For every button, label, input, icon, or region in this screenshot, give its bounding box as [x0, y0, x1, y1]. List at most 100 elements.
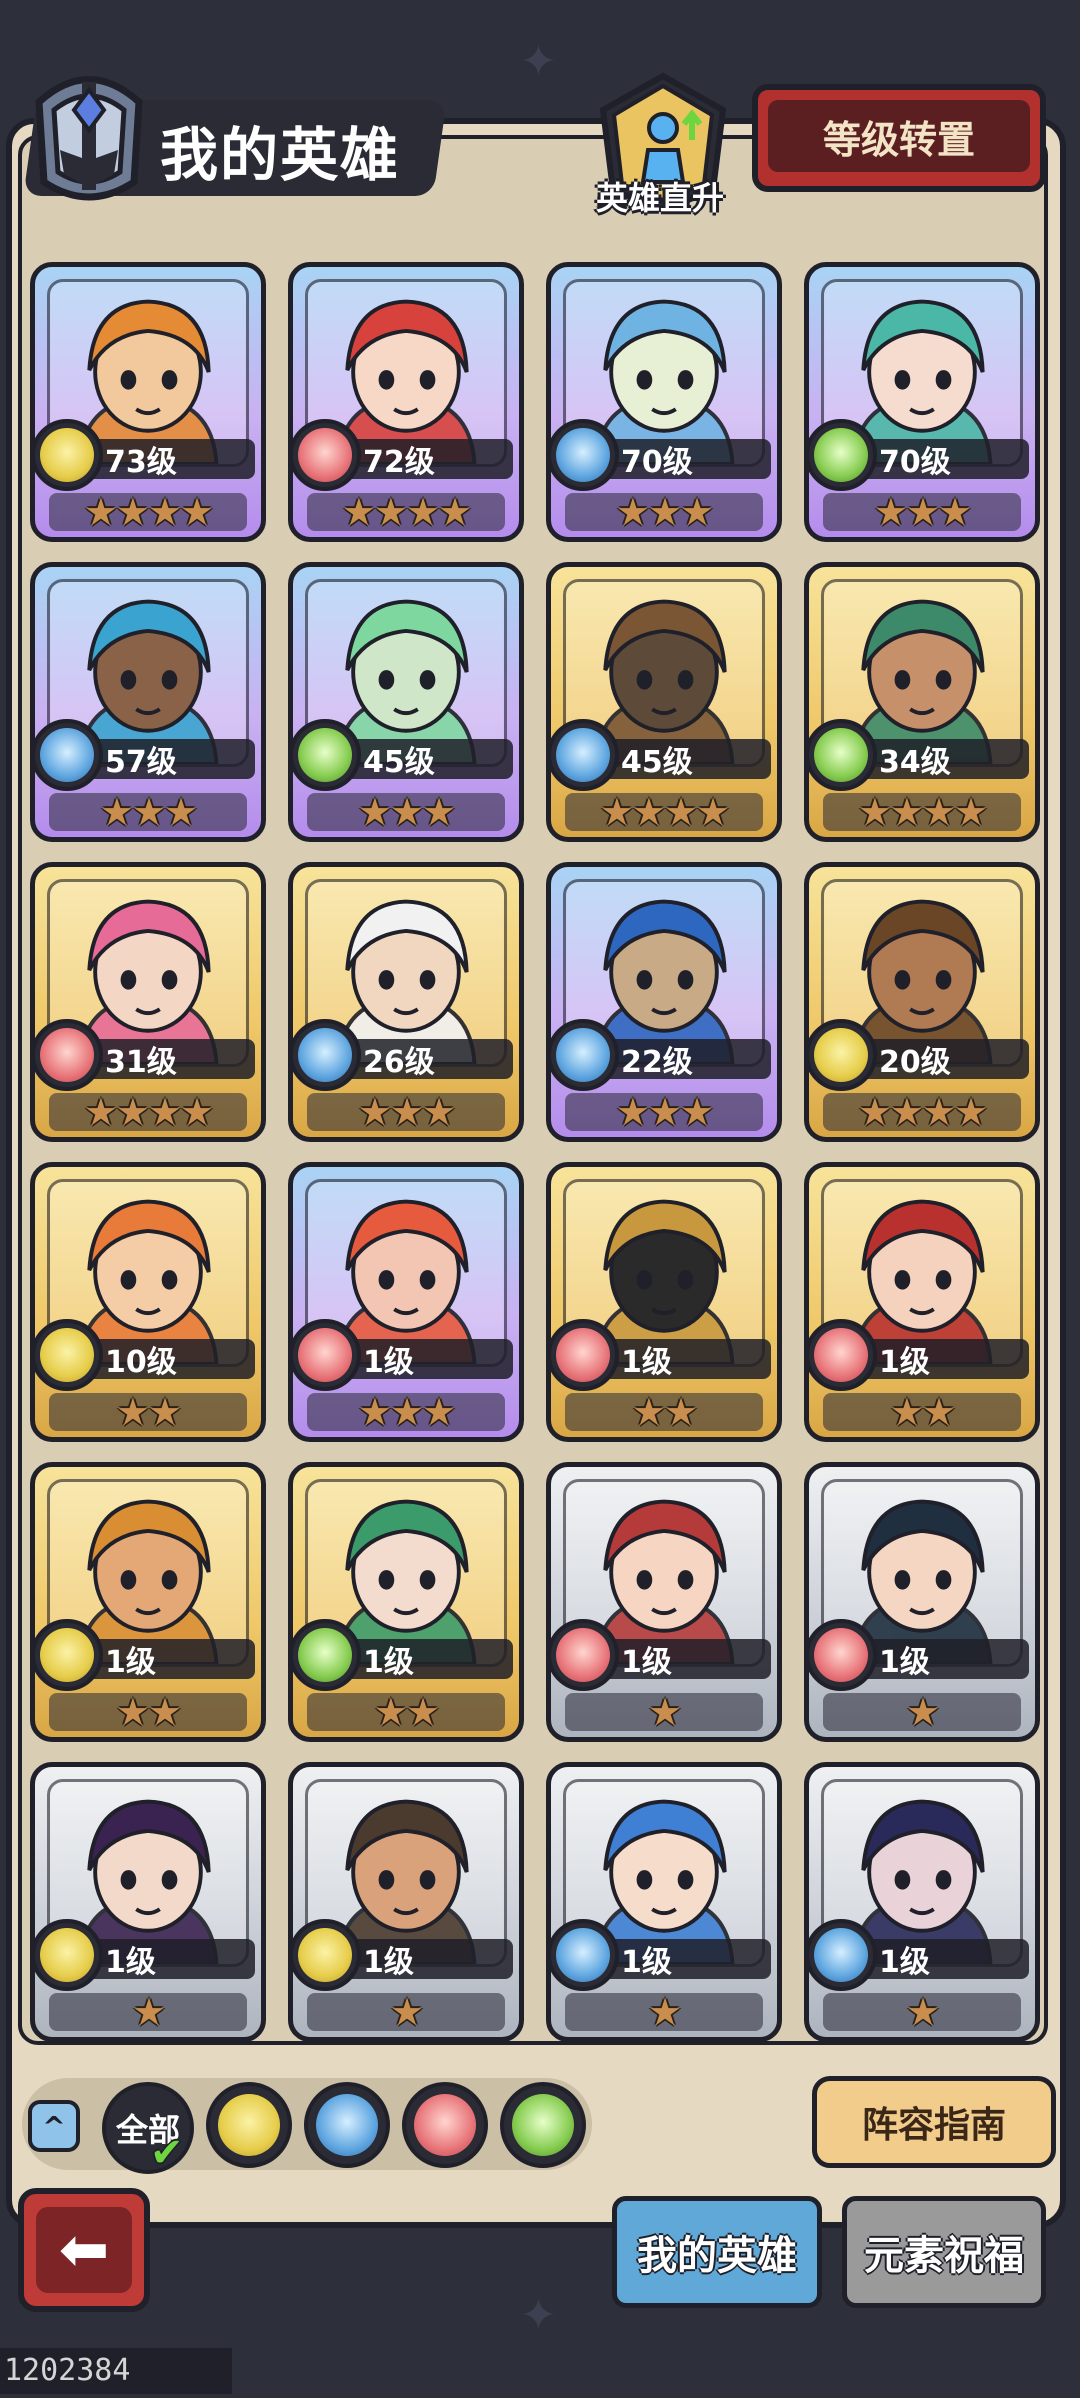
tab-element-blessing[interactable]: 元素祝福 — [842, 2196, 1046, 2308]
hero-card[interactable]: 1级 ★★★ — [288, 1162, 524, 1442]
hero-card[interactable]: 1级 ★★ — [546, 1162, 782, 1442]
back-button[interactable]: ⬅ — [18, 2188, 150, 2312]
star-rating: ★★★★ — [83, 1090, 214, 1134]
hero-card[interactable]: 72级 ★★★★ — [288, 262, 524, 542]
fire-element-icon — [293, 419, 361, 491]
star-rating: ★★ — [631, 1390, 698, 1434]
hero-card[interactable]: 70级 ★★★ — [804, 262, 1040, 542]
expand-filter-button[interactable]: ^ — [28, 2100, 80, 2152]
star-rating: ★★ — [115, 1690, 182, 1734]
star-rating: ★ — [905, 1690, 940, 1734]
hero-card[interactable]: 1级 ★ — [546, 1762, 782, 2042]
hero-card[interactable]: 1级 ★★ — [288, 1462, 524, 1742]
filter-fire-button[interactable] — [402, 2082, 488, 2168]
hero-level: 31级 — [105, 1045, 177, 1080]
hero-level: 45级 — [363, 745, 435, 780]
hero-card[interactable]: 31级 ★★★★ — [30, 862, 266, 1142]
hero-card[interactable]: 73级 ★★★★ — [30, 262, 266, 542]
level-transfer-label: 等级转置 — [822, 117, 975, 162]
star-rating: ★★ — [889, 1390, 956, 1434]
level-transfer-button[interactable]: 等级转置 — [752, 84, 1046, 192]
wood-element-icon — [809, 419, 877, 491]
water-element-icon — [551, 1019, 619, 1091]
decor-sparkle: ✦ — [520, 36, 557, 87]
hero-card[interactable]: 1级 ★ — [804, 1462, 1040, 1742]
hero-card[interactable]: 1级 ★★ — [30, 1462, 266, 1742]
hero-level: 45级 — [621, 745, 693, 780]
earth-element-icon — [809, 1019, 877, 1091]
earth-element-icon — [35, 1919, 103, 1991]
tab-my-heroes-label: 我的英雄 — [637, 2233, 797, 2279]
star-rating: ★★★★ — [857, 1090, 988, 1134]
filter-water-button[interactable] — [304, 2082, 390, 2168]
fire-element-icon — [414, 2094, 476, 2156]
wood-element-icon — [809, 719, 877, 791]
filter-wood-button[interactable] — [500, 2082, 586, 2168]
star-rating: ★ — [647, 1990, 682, 2034]
lineup-guide-label: 阵容指南 — [861, 2105, 1006, 2146]
star-rating: ★ — [131, 1990, 166, 2034]
hero-card[interactable]: 45级 ★★★★ — [546, 562, 782, 842]
star-rating: ★★★★ — [599, 790, 730, 834]
star-rating: ★★★ — [99, 790, 198, 834]
wood-element-icon — [512, 2094, 574, 2156]
fire-element-icon — [809, 1319, 877, 1391]
helmet-icon — [35, 76, 143, 201]
star-rating: ★★★ — [873, 490, 972, 534]
check-icon: ✔ — [150, 2130, 184, 2176]
earth-element-icon — [293, 1919, 361, 1991]
hero-level: 70级 — [879, 445, 951, 480]
fire-element-icon — [551, 1619, 619, 1691]
hero-level: 1级 — [105, 1645, 156, 1680]
star-rating: ★ — [389, 1990, 424, 2034]
hero-card[interactable]: 26级 ★★★ — [288, 862, 524, 1142]
lineup-guide-button[interactable]: 阵容指南 — [812, 2076, 1056, 2168]
earth-element-icon — [35, 1319, 103, 1391]
wood-element-icon — [293, 719, 361, 791]
water-element-icon — [551, 419, 619, 491]
hero-level: 1级 — [363, 1945, 414, 1980]
hero-level: 1级 — [879, 1345, 930, 1380]
hero-level: 1级 — [879, 1645, 930, 1680]
water-element-icon — [551, 1919, 619, 1991]
earth-element-icon — [35, 419, 103, 491]
hero-level: 1级 — [105, 1945, 156, 1980]
hero-level: 1级 — [621, 1945, 672, 1980]
hero-card[interactable]: 1级 ★★ — [804, 1162, 1040, 1442]
star-rating: ★★★★ — [341, 490, 472, 534]
earth-element-icon — [35, 1619, 103, 1691]
hero-card[interactable]: 1级 ★ — [546, 1462, 782, 1742]
star-rating: ★★ — [373, 1690, 440, 1734]
hero-card[interactable]: 1级 ★ — [288, 1762, 524, 2042]
hero-level: 57级 — [105, 745, 177, 780]
fire-element-icon — [551, 1319, 619, 1391]
hero-card[interactable]: 22级 ★★★ — [546, 862, 782, 1142]
hero-level: 73级 — [105, 445, 177, 480]
hero-level: 1级 — [363, 1345, 414, 1380]
hero-card[interactable]: 1级 ★ — [804, 1762, 1040, 2042]
star-rating: ★★★ — [357, 1390, 456, 1434]
star-rating: ★★ — [115, 1390, 182, 1434]
hero-card[interactable]: 10级 ★★ — [30, 1162, 266, 1442]
hero-card[interactable]: 45级 ★★★ — [288, 562, 524, 842]
water-element-icon — [293, 1019, 361, 1091]
back-arrow-icon: ⬅ — [36, 2207, 132, 2293]
tab-element-blessing-label: 元素祝福 — [864, 2233, 1024, 2279]
hero-level: 1级 — [621, 1645, 672, 1680]
hero-level: 1级 — [621, 1345, 672, 1380]
hero-card[interactable]: 20级 ★★★★ — [804, 862, 1040, 1142]
hero-card[interactable]: 57级 ★★★ — [30, 562, 266, 842]
hero-level: 1级 — [363, 1645, 414, 1680]
water-element-icon — [551, 719, 619, 791]
build-id-label: 1202384 d25a40 — [0, 2348, 232, 2394]
star-rating: ★★★ — [357, 790, 456, 834]
hero-card[interactable]: 70级 ★★★ — [546, 262, 782, 542]
wood-element-icon — [293, 1619, 361, 1691]
hero-card[interactable]: 1级 ★ — [30, 1762, 266, 2042]
hero-level: 70级 — [621, 445, 693, 480]
fire-element-icon — [35, 1019, 103, 1091]
hero-card[interactable]: 34级 ★★★★ — [804, 562, 1040, 842]
tab-my-heroes[interactable]: 我的英雄 — [612, 2196, 822, 2308]
star-rating: ★★★★ — [83, 490, 214, 534]
filter-earth-button[interactable] — [206, 2082, 292, 2168]
